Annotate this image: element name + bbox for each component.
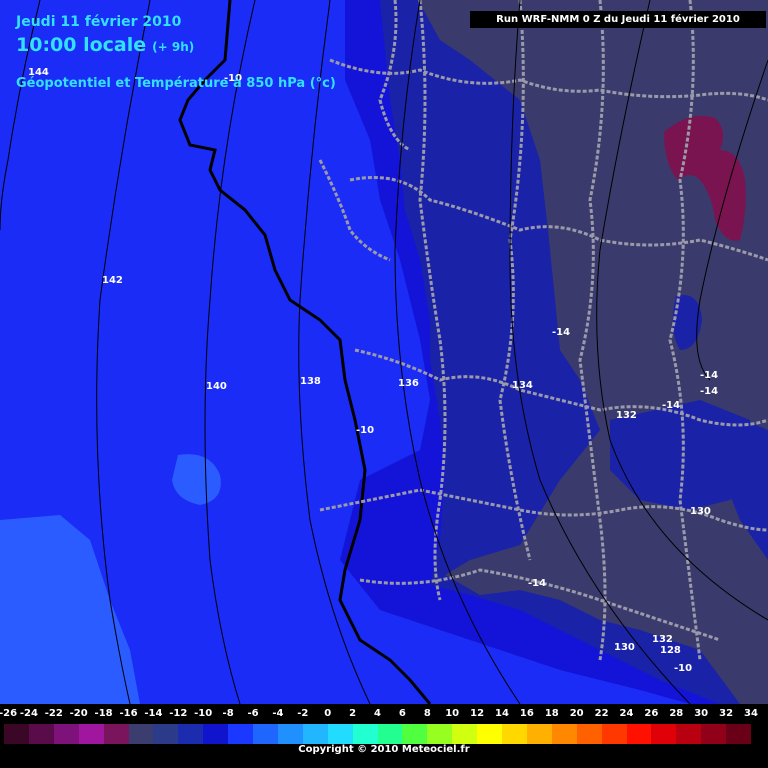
legend-swatch xyxy=(502,724,527,744)
legend-swatch xyxy=(427,724,453,744)
legend-swatch xyxy=(128,724,154,744)
legend-swatch xyxy=(477,724,503,744)
legend-swatch xyxy=(576,724,602,744)
isohypse-label: 130 xyxy=(614,642,635,653)
legend-swatch xyxy=(178,724,204,744)
legend-tick: 18 xyxy=(544,708,559,719)
forecast-date: Jeudi 11 février 2010 xyxy=(16,14,182,30)
legend-swatch xyxy=(377,724,403,744)
forecast-time: 10:00 locale (+ 9h) xyxy=(16,34,194,56)
isohypse-label: 138 xyxy=(300,376,321,387)
isohypse-label: 140 xyxy=(206,381,227,392)
legend-tick: 0 xyxy=(324,708,332,719)
legend-tick: -26 xyxy=(0,708,18,719)
legend-swatch xyxy=(726,724,752,744)
legend-tick: 10 xyxy=(445,708,460,719)
isohypse-label: 136 xyxy=(398,378,419,389)
legend-swatch xyxy=(78,724,104,744)
legend-swatch xyxy=(526,724,552,744)
legend-tick: 24 xyxy=(619,708,634,719)
legend-tick: -24 xyxy=(19,708,38,719)
legend-swatch xyxy=(302,724,328,744)
isotherm-label: -14 xyxy=(662,400,680,411)
isohypse-label: 128 xyxy=(660,645,681,656)
legend-tick: -20 xyxy=(69,708,88,719)
legend-tick: 6 xyxy=(398,708,406,719)
legend-tick: 22 xyxy=(594,708,609,719)
legend-swatch xyxy=(551,724,577,744)
legend-tick: 14 xyxy=(495,708,509,719)
legend-tick: 34 xyxy=(744,708,758,719)
legend-tick: -12 xyxy=(169,708,188,719)
legend-swatch xyxy=(651,724,677,744)
legend-tick: -16 xyxy=(119,708,138,719)
legend-tick: 30 xyxy=(694,708,709,719)
legend-tick: -2 xyxy=(297,708,309,719)
legend-tick: 20 xyxy=(569,708,584,719)
legend-swatch xyxy=(626,724,652,744)
isohypse-label: 132 xyxy=(616,410,637,421)
isohypse-label: 142 xyxy=(102,275,123,286)
legend-swatch xyxy=(601,724,627,744)
weather-map: 144 142 140 138 136 134 132 130 132 130 … xyxy=(0,0,768,705)
legend-swatch xyxy=(352,724,378,744)
legend-tick: -4 xyxy=(272,708,284,719)
legend-swatch xyxy=(452,724,478,744)
legend-swatch xyxy=(203,724,229,744)
legend-swatch xyxy=(327,724,353,744)
legend-tick: 28 xyxy=(669,708,684,719)
isotherm-label: -10 xyxy=(356,425,374,436)
legend-swatch xyxy=(701,724,727,744)
legend-tick: 12 xyxy=(470,708,485,719)
legend-swatch xyxy=(676,724,702,744)
isotherm-label: -14 xyxy=(552,327,570,338)
legend-tick: -14 xyxy=(144,708,163,719)
legend-tick: 16 xyxy=(519,708,534,719)
legend-tick: -8 xyxy=(222,708,234,719)
time-offset: (+ 9h) xyxy=(152,40,195,54)
isohypse-label: 132 xyxy=(652,634,673,645)
legend-tick: 32 xyxy=(719,708,734,719)
local-time: 10:00 locale xyxy=(16,34,147,56)
copyright: Copyright © 2010 Meteociel.fr xyxy=(298,744,470,755)
legend-tick: 4 xyxy=(374,708,381,719)
legend-tick: -10 xyxy=(194,708,213,719)
legend-tick: 2 xyxy=(349,708,357,719)
legend-tick: -22 xyxy=(44,708,63,719)
legend-swatch xyxy=(228,724,254,744)
legend-tick: -6 xyxy=(247,708,259,719)
legend-tick: 8 xyxy=(423,708,431,719)
legend-swatch xyxy=(277,724,303,744)
legend-swatch xyxy=(253,724,278,744)
legend-swatch xyxy=(53,724,79,744)
isotherm-label: -14 xyxy=(700,370,718,381)
model-run-banner: Run WRF-NMM 0 Z du Jeudi 11 février 2010 xyxy=(470,11,766,28)
isotherm-label: -14 xyxy=(528,578,546,589)
legend-tick: -18 xyxy=(94,708,113,719)
legend-tick: 26 xyxy=(644,708,659,719)
legend-swatch xyxy=(103,724,129,744)
legend-swatch xyxy=(153,724,179,744)
isohypse-label: 134 xyxy=(512,380,533,391)
legend-swatch xyxy=(28,724,54,744)
isotherm-label: -10 xyxy=(674,663,692,674)
color-legend: -26 -24 -22 -20 -18 -16 -14 -12 -10 -8 -6 -4 -2 0 2 4 6 8… xyxy=(0,704,768,768)
legend-swatch xyxy=(402,724,428,744)
isohypse-label: 130 xyxy=(690,506,711,517)
parameter-title: Géopotentiel et Température à 850 hPa (°… xyxy=(16,76,336,91)
legend-swatch xyxy=(4,724,29,744)
isotherm-label: -14 xyxy=(700,386,718,397)
